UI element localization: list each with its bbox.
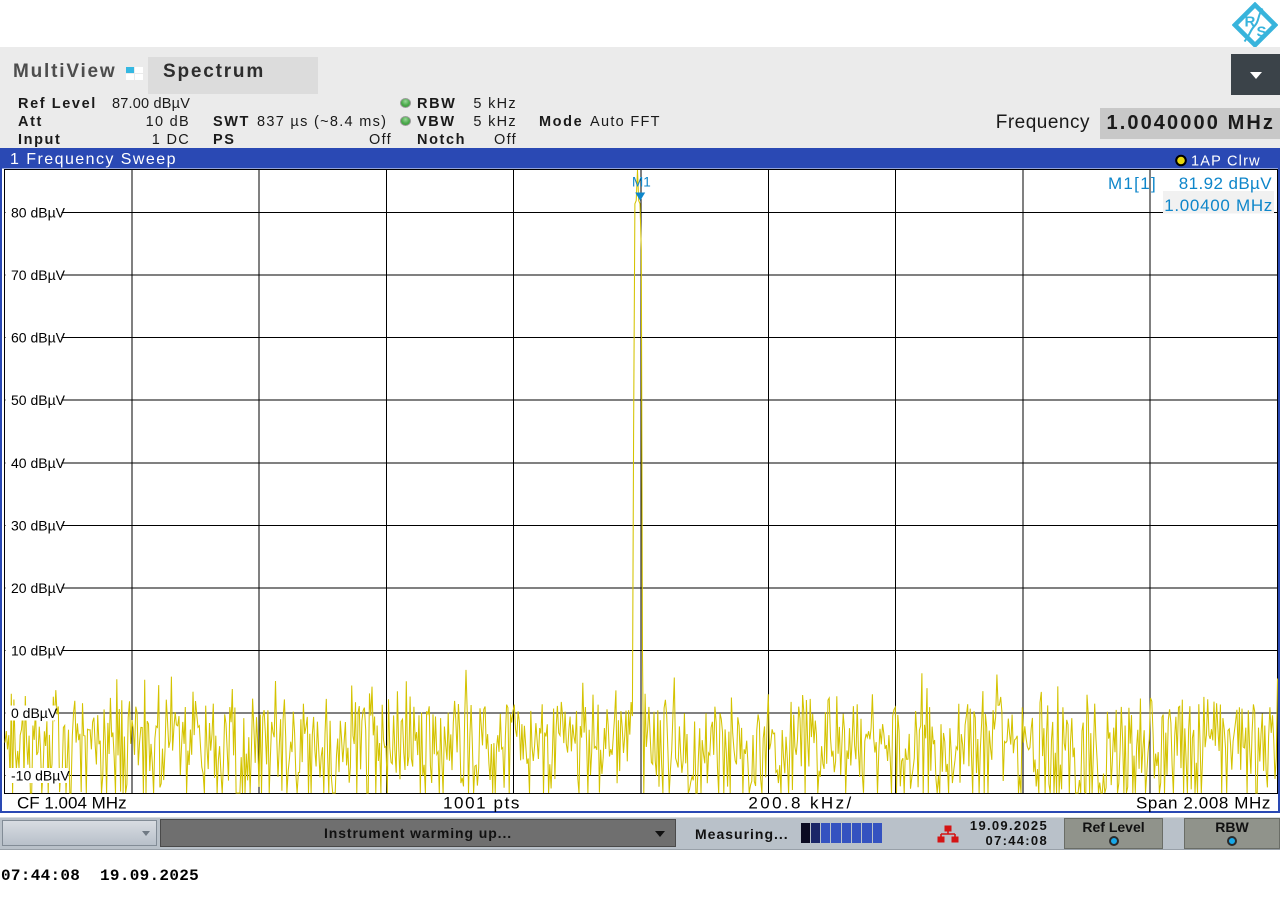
svg-text:70 dBµV: 70 dBµV bbox=[11, 267, 66, 283]
svg-text:1.00400 MHz: 1.00400 MHz bbox=[1164, 196, 1273, 215]
svg-text:1AP Clrw: 1AP Clrw bbox=[1191, 154, 1261, 170]
svg-text:30 dBµV: 30 dBµV bbox=[11, 517, 66, 533]
svg-text:40 dBµV: 40 dBµV bbox=[11, 455, 66, 471]
svg-text:1 Frequency Sweep: 1 Frequency Sweep bbox=[10, 151, 177, 168]
svg-text:Span 2.008 MHz: Span 2.008 MHz bbox=[1136, 794, 1271, 813]
svg-text:CF 1.004 MHz: CF 1.004 MHz bbox=[17, 794, 127, 813]
svg-text:M1: M1 bbox=[632, 175, 651, 190]
svg-text:60 dBµV: 60 dBµV bbox=[11, 330, 66, 346]
svg-text:20 dBµV: 20 dBµV bbox=[11, 580, 66, 596]
svg-text:80 dBµV: 80 dBµV bbox=[11, 205, 66, 221]
svg-text:1001 pts: 1001 pts bbox=[443, 794, 521, 813]
svg-text:-10 dBµV: -10 dBµV bbox=[11, 768, 70, 784]
svg-text:81.92 dBµV: 81.92 dBµV bbox=[1179, 174, 1272, 193]
svg-text:50 dBµV: 50 dBµV bbox=[11, 392, 66, 408]
svg-text:M1[1]: M1[1] bbox=[1108, 174, 1157, 193]
svg-text:R: R bbox=[1245, 14, 1256, 31]
svg-text:200.8 kHz/: 200.8 kHz/ bbox=[748, 794, 853, 813]
svg-text:S: S bbox=[1257, 24, 1267, 41]
svg-text:10 dBµV: 10 dBµV bbox=[11, 642, 66, 658]
svg-text:0 dBµV: 0 dBµV bbox=[11, 705, 58, 721]
